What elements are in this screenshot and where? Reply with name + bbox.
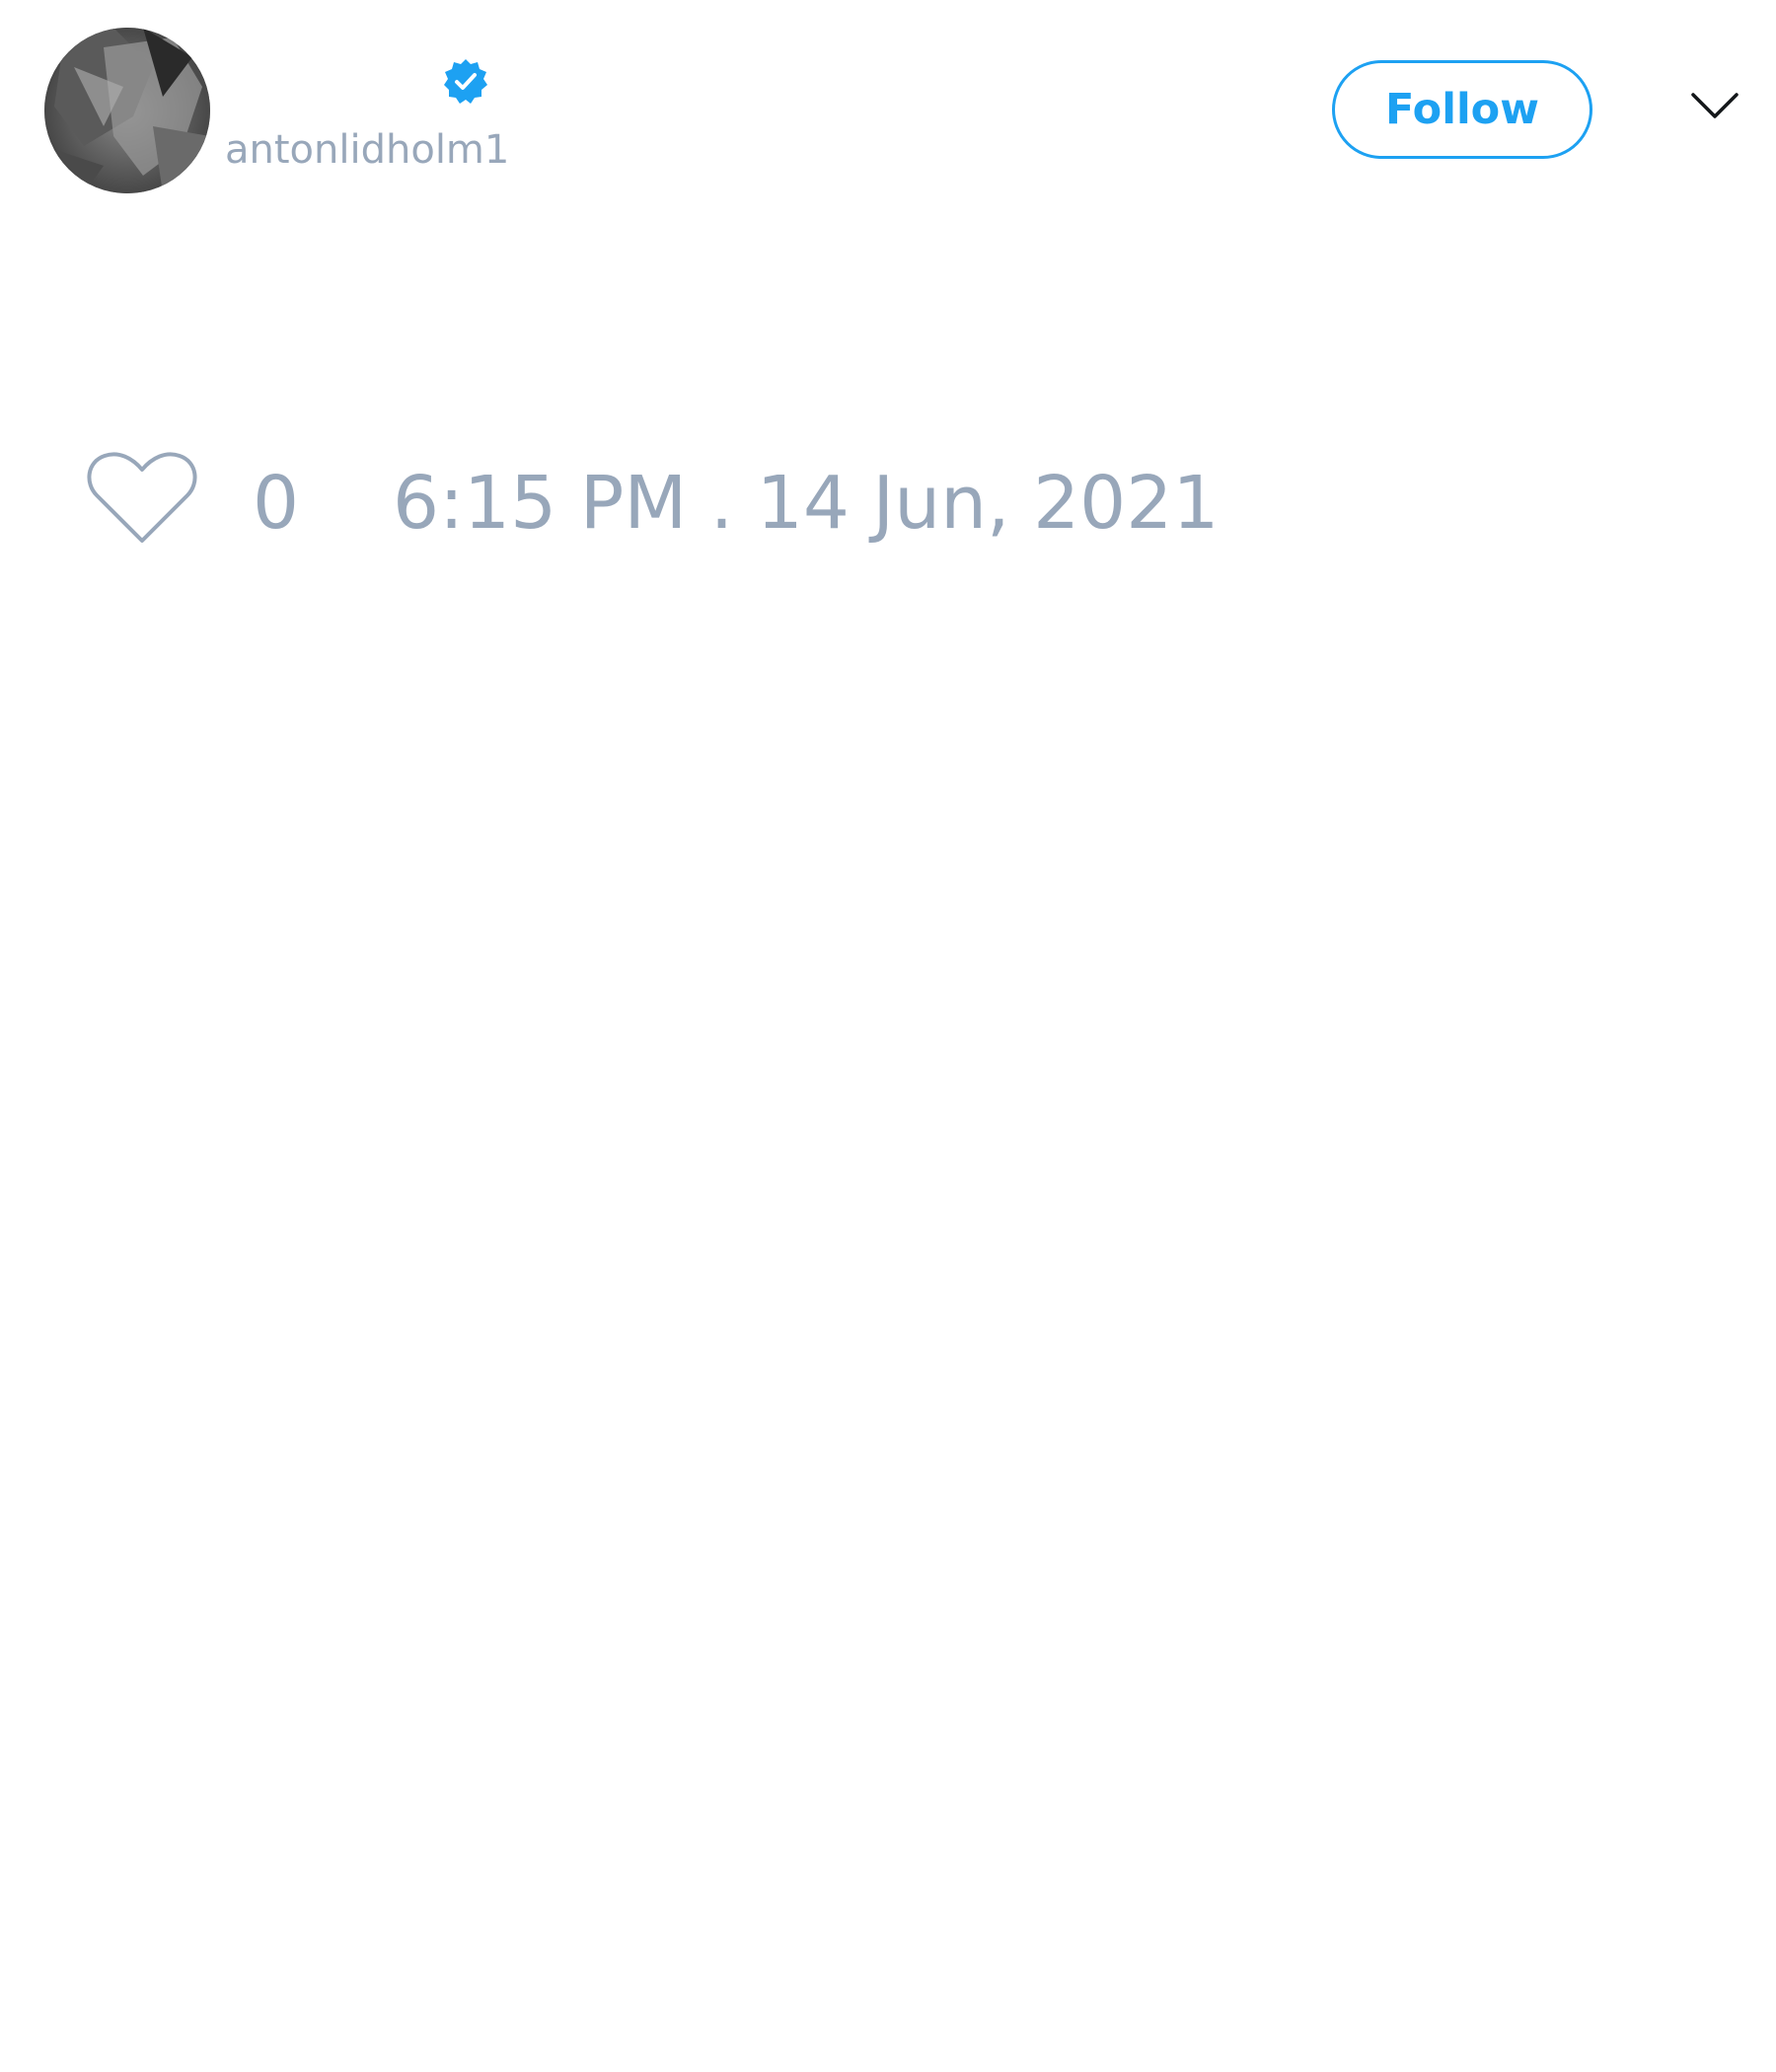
tweet-timestamp[interactable]: 6:15 PM . 14 Jun, 2021 [393,460,1219,547]
avatar-image [44,28,210,193]
heart-outline-icon[interactable] [87,448,197,547]
like-count: 0 [253,461,300,546]
chevron-down-icon[interactable] [1689,87,1740,126]
verified-badge-icon [444,59,487,104]
follow-button[interactable]: Follow [1332,60,1592,159]
user-handle[interactable]: antonlidholm1 [225,126,509,174]
tweet-card: antonlidholm1 Follow 0 6:15 PM . 14 Jun,… [0,0,1776,2072]
avatar[interactable] [44,28,210,193]
